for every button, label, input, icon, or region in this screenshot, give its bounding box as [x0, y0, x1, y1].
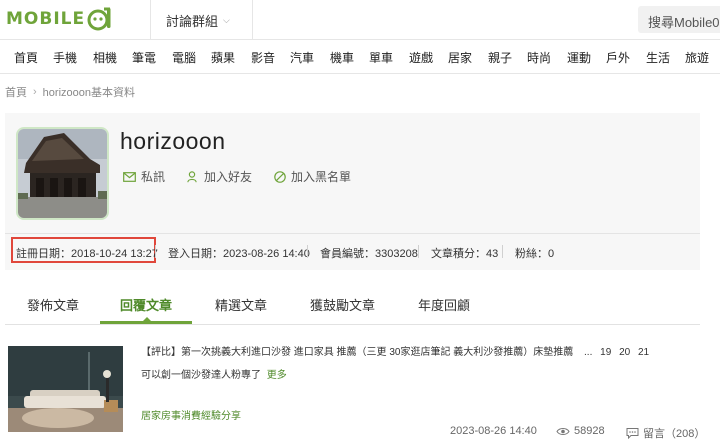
- nav-item-computer[interactable]: 電腦: [172, 49, 196, 66]
- add-friend-button[interactable]: 加入好友: [187, 168, 252, 185]
- nav-item-outdoor[interactable]: 戶外: [606, 49, 630, 66]
- comment-icon: [626, 428, 639, 439]
- tab-published-posts[interactable]: 發佈文章: [27, 295, 79, 314]
- stat-registered-date: 註冊日期：2018-10-24 13:27: [16, 248, 158, 260]
- forum-groups-label: 討論群組: [166, 13, 219, 29]
- more-link[interactable]: 更多: [267, 370, 287, 381]
- post-date-text: 2023-08-26 14:40: [450, 425, 537, 437]
- stats-divider: [5, 233, 700, 234]
- nav-item-games[interactable]: 遊戲: [409, 49, 433, 66]
- breadcrumb-home[interactable]: 首頁: [5, 84, 27, 100]
- stat-divider: [307, 245, 308, 258]
- nav-item-motorcycle[interactable]: 機車: [330, 49, 354, 66]
- avatar-photo: [18, 129, 107, 218]
- block-icon: [274, 170, 286, 183]
- post-forum-link[interactable]: 居家房事消費經驗分享: [141, 407, 241, 422]
- nav-item-life[interactable]: 生活: [646, 49, 670, 66]
- nav-item-car[interactable]: 汽車: [290, 49, 314, 66]
- post-excerpt-text: 可以創一個沙發達人粉專了: [141, 370, 261, 381]
- nav-item-sports[interactable]: 運動: [567, 49, 591, 66]
- breadcrumb-current: horizooon基本資料: [42, 87, 135, 99]
- header-divider: [252, 0, 253, 40]
- content-tabs: 發佈文章 回覆文章 精選文章 獲鼓勵文章 年度回顧: [5, 283, 700, 325]
- post-comments-label: 留言（208）: [643, 428, 706, 440]
- stat-divider: [155, 245, 156, 258]
- stat-last-login: 登入日期：2023-08-26 14:40: [168, 248, 310, 260]
- post-page-link[interactable]: 20: [619, 347, 630, 358]
- logo-text: MOBILE: [6, 9, 86, 29]
- logo-mark-icon: [87, 7, 111, 31]
- message-button[interactable]: 私訊: [123, 168, 165, 185]
- nav-item-parenting[interactable]: 親子: [488, 49, 512, 66]
- nav-item-fashion[interactable]: 時尚: [527, 49, 551, 66]
- stat-divider: [502, 245, 503, 258]
- post-page-link[interactable]: 21: [638, 347, 649, 358]
- nav-item-notebook[interactable]: 筆電: [132, 49, 156, 66]
- message-label: 私訊: [141, 170, 166, 184]
- nav-item-home-living[interactable]: 居家: [448, 49, 472, 66]
- username: horizooon: [120, 128, 226, 154]
- profile-actions: 私訊 加入好友 加入黑名單: [123, 168, 373, 185]
- blacklist-label: 加入黑名單: [291, 170, 352, 184]
- post-date: 2023-08-26 14:40: [450, 425, 537, 437]
- search-input[interactable]: 搜尋Mobile01: [638, 6, 720, 33]
- nav-item-camera[interactable]: 相機: [93, 49, 117, 66]
- tab-replies[interactable]: 回覆文章: [120, 295, 172, 314]
- post-thumbnail-image: [8, 346, 123, 432]
- site-logo[interactable]: MOBILE: [6, 6, 113, 32]
- post-title[interactable]: 【評比】第一次挑義大利進口沙發 進口家具 推薦（三更 30家逛店筆記 義大利沙發…: [141, 343, 649, 358]
- post-thumbnail[interactable]: [8, 346, 123, 432]
- chevron-right-icon: ›: [33, 86, 37, 98]
- tab-annual-review[interactable]: 年度回顧: [418, 295, 470, 314]
- stat-member-id: 會員編號：3303208: [320, 248, 418, 260]
- header-divider: [150, 0, 151, 40]
- add-friend-label: 加入好友: [204, 170, 253, 184]
- avatar[interactable]: [16, 127, 109, 220]
- category-nav: 首頁 手機 相機 筆電 電腦 蘋果 影音 汽車 機車 單車 遊戲 居家 親子 時…: [0, 40, 720, 74]
- blacklist-button[interactable]: 加入黑名單: [274, 168, 351, 185]
- nav-item-travel[interactable]: 旅遊: [685, 49, 709, 66]
- forum-groups-dropdown[interactable]: 討論群組 ⌵: [166, 0, 230, 40]
- post-views-count: 58928: [574, 425, 605, 437]
- nav-item-home[interactable]: 首頁: [14, 49, 38, 66]
- nav-item-phone[interactable]: 手機: [53, 49, 77, 66]
- post-title-text: 【評比】第一次挑義大利進口沙發 進口家具 推薦（三更 30家逛店筆記 義大利沙發…: [141, 347, 574, 358]
- stat-divider: [418, 245, 419, 258]
- post-comments[interactable]: 留言（208）: [626, 425, 705, 440]
- stat-fans: 粉絲：0: [515, 248, 555, 260]
- tab-encouraged-posts[interactable]: 獲鼓勵文章: [310, 295, 375, 314]
- profile-card: horizooon 私訊 加入好友 加入黑名單 註冊日期：2018-10-24: [5, 113, 700, 270]
- envelope-icon: [123, 171, 136, 182]
- top-bar: MOBILE 討論群組 ⌵ 搜尋Mobile01: [0, 0, 720, 40]
- nav-item-av[interactable]: 影音: [251, 49, 275, 66]
- post-pages-ellipsis: ...: [584, 347, 593, 358]
- user-add-icon: [187, 170, 197, 182]
- post-excerpt: 可以創一個沙發達人粉專了 更多: [141, 366, 287, 381]
- chevron-down-icon: ⌵: [223, 14, 230, 25]
- stat-points: 文章積分：43: [431, 248, 499, 260]
- nav-item-apple[interactable]: 蘋果: [211, 49, 235, 66]
- eye-icon: [556, 427, 570, 435]
- nav-item-bicycle[interactable]: 單車: [369, 49, 393, 66]
- active-tab-caret: [142, 317, 152, 322]
- post-views: 58928: [556, 425, 605, 437]
- breadcrumb: 首頁 › horizooon基本資料: [5, 84, 135, 100]
- post-page-link[interactable]: 19: [600, 347, 611, 358]
- tab-featured-posts[interactable]: 精選文章: [215, 295, 267, 314]
